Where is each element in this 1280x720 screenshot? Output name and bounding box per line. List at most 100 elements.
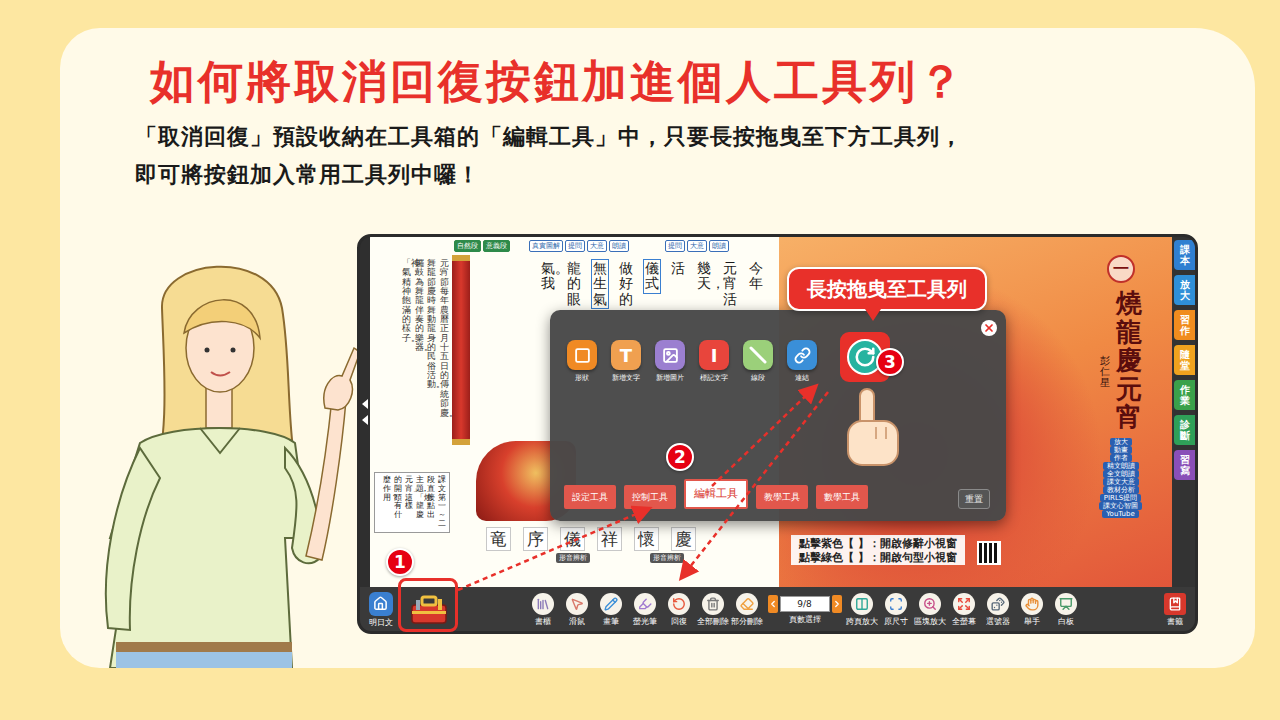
dialog-tool[interactable]: 新增圖片 — [652, 332, 688, 383]
page-tag[interactable]: 大意 — [687, 240, 707, 252]
toolbar-label: 選號器 — [986, 617, 1010, 626]
lesson-title: 燒龍慶元宵 — [1116, 289, 1142, 432]
tool-icon — [672, 597, 686, 611]
next-button[interactable] — [832, 595, 842, 613]
page-button[interactable]: YouTube — [1102, 510, 1138, 518]
toolbar-button[interactable]: 跨頁放大 — [846, 593, 879, 626]
page-button[interactable]: 作者 — [1110, 454, 1132, 462]
prev-page-icon[interactable] — [362, 415, 368, 425]
text-column-text: 做好的 — [619, 261, 633, 307]
toolbar-button[interactable]: 舉手 — [1016, 593, 1049, 626]
page-field[interactable]: 9/8 — [780, 596, 830, 612]
strip-tags: 形音辨析 形音辨析 — [476, 553, 765, 563]
dialog-tab[interactable]: 設定工具 — [564, 485, 616, 509]
chevron-left-icon — [768, 599, 778, 609]
page-button[interactable]: 動畫 — [1110, 446, 1132, 454]
toolbar-button[interactable]: 部分刪除 — [731, 593, 764, 626]
dialog-tool[interactable]: 形狀 — [564, 332, 600, 383]
toolbox-dialog: 形狀T新增文字新增圖片 I標記文字線段連結設定工具控制工具編輯工具教學工具數學工具… — [550, 310, 1006, 521]
dialog-tab[interactable]: 教學工具 — [756, 485, 808, 509]
page-tag[interactable]: 真實圖解 — [529, 240, 563, 252]
tool-icon — [570, 597, 584, 611]
dialog-tool[interactable]: T新增文字 — [608, 332, 644, 383]
dialog-tool[interactable]: 連結 — [784, 332, 820, 383]
toolbar-button[interactable]: 螢光筆 — [629, 593, 662, 626]
word-char[interactable]: 懷 — [634, 527, 659, 551]
lesson-author: 彭仁星 — [1100, 355, 1110, 388]
bookmark-button[interactable]: 書籤 — [1158, 593, 1191, 626]
toolbar-button[interactable]: 書櫃 — [527, 593, 560, 626]
author-wrap: 彭仁星 — [1100, 355, 1110, 388]
text-column-text: 氣。我 — [541, 261, 555, 292]
page-button[interactable]: 全文朗讀 — [1103, 470, 1139, 478]
dialog-tab[interactable]: 編輯工具 — [684, 479, 748, 509]
strip-tag[interactable]: 形音辨析 — [650, 553, 684, 563]
side-tab[interactable]: 課本 — [1174, 240, 1195, 270]
text-column[interactable]: 無生氣 — [591, 259, 609, 309]
side-tab[interactable]: 隨堂 — [1174, 345, 1195, 375]
side-tab-label: 習寫 — [1180, 454, 1190, 476]
toolbar-button[interactable]: 全螢幕 — [948, 593, 981, 626]
toolbar-button[interactable]: 回復 — [663, 593, 696, 626]
toolbar-button[interactable]: 區塊放大 — [914, 593, 947, 626]
prev-page-icon[interactable] — [362, 399, 368, 409]
toolbar-label: 全部刪除 — [697, 617, 729, 626]
page-button[interactable]: 精文朗讀 — [1103, 462, 1139, 470]
step-badge: 2 — [666, 443, 694, 471]
word-char[interactable]: 儀 — [560, 527, 585, 551]
side-tab[interactable]: 診斷 — [1174, 415, 1195, 445]
side-tab[interactable]: 習作 — [1174, 310, 1195, 340]
page-tag[interactable]: 提問 — [565, 240, 585, 252]
page-tag[interactable]: 朗讀 — [609, 240, 629, 252]
tool-icon — [991, 597, 1005, 611]
page-selector: 9/8頁數選擇 — [768, 595, 842, 624]
toolbar-button[interactable]: 全部刪除 — [697, 593, 730, 626]
bookmark-label: 書籤 — [1167, 617, 1183, 626]
dialog-tab[interactable]: 數學工具 — [816, 485, 868, 509]
toolbar-button[interactable]: 白板 — [1050, 593, 1083, 626]
page-button[interactable]: 放大 — [1110, 438, 1132, 446]
chevron-right-icon — [832, 599, 842, 609]
word-char[interactable]: 慶 — [671, 527, 696, 551]
toolbar-label: 滑鼠 — [569, 617, 585, 626]
dialog-tool[interactable]: 線段 — [740, 332, 776, 383]
close-button[interactable] — [981, 320, 997, 336]
prev-button[interactable] — [768, 595, 778, 613]
toolbar-button[interactable]: 原尺寸 — [880, 593, 913, 626]
dialog-tool-label: 新增文字 — [612, 374, 640, 383]
tag-groups: 真實圖解提問大意朗讀提問大意朗讀 — [529, 240, 729, 252]
side-tab[interactable]: 習寫 — [1174, 450, 1195, 480]
text-column: 幾天， — [695, 259, 713, 294]
dialog-tool[interactable]: I標記文字 — [696, 332, 732, 383]
tool-glyph: I — [711, 345, 718, 366]
page-button[interactable]: 課文心智圖 — [1099, 502, 1142, 510]
page-tag[interactable]: 提問 — [665, 240, 685, 252]
presenter-figure — [70, 234, 357, 668]
text-column-text: 龍的眼 — [567, 261, 581, 307]
word-char[interactable]: 祥 — [597, 527, 622, 551]
toolbar-button[interactable]: 選號器 — [982, 593, 1015, 626]
word-char[interactable]: 序 — [523, 527, 548, 551]
tag-row: 自然段意義段真實圖解提問大意朗讀提問大意朗讀 — [370, 237, 779, 255]
page-button[interactable]: 課文大意 — [1103, 478, 1139, 486]
side-tab[interactable]: 作業 — [1174, 380, 1195, 410]
page-button[interactable]: 教材分析 — [1103, 486, 1139, 494]
dialog-tab[interactable]: 控制工具 — [624, 485, 676, 509]
page-tag[interactable]: 朗讀 — [709, 240, 729, 252]
text-column[interactable]: 儀式 — [643, 259, 661, 294]
tool-icon — [662, 347, 679, 364]
reset-button[interactable]: 重置 — [958, 489, 990, 509]
toolbar-button[interactable]: 滑鼠 — [561, 593, 594, 626]
lesson-title-block: 一燒龍慶元宵彭仁星放大動畫作者精文朗讀全文朗讀課文大意教材分析PIRLS提問課文… — [1099, 255, 1142, 535]
home-icon — [369, 592, 393, 616]
toolbar-button[interactable]: 畫筆 — [595, 593, 628, 626]
side-tab[interactable]: 放大 — [1174, 275, 1195, 305]
toolbox-button[interactable] — [407, 591, 451, 627]
strip-tag[interactable]: 形音辨析 — [556, 553, 590, 563]
page-button[interactable]: PIRLS提問 — [1100, 494, 1142, 502]
toolbar-button-icon — [668, 593, 690, 615]
word-char[interactable]: 竜 — [486, 527, 511, 551]
dialog-tool-label: 新增圖片 — [656, 374, 684, 383]
home-button[interactable]: 明日文 — [364, 592, 397, 627]
page-tag[interactable]: 大意 — [587, 240, 607, 252]
